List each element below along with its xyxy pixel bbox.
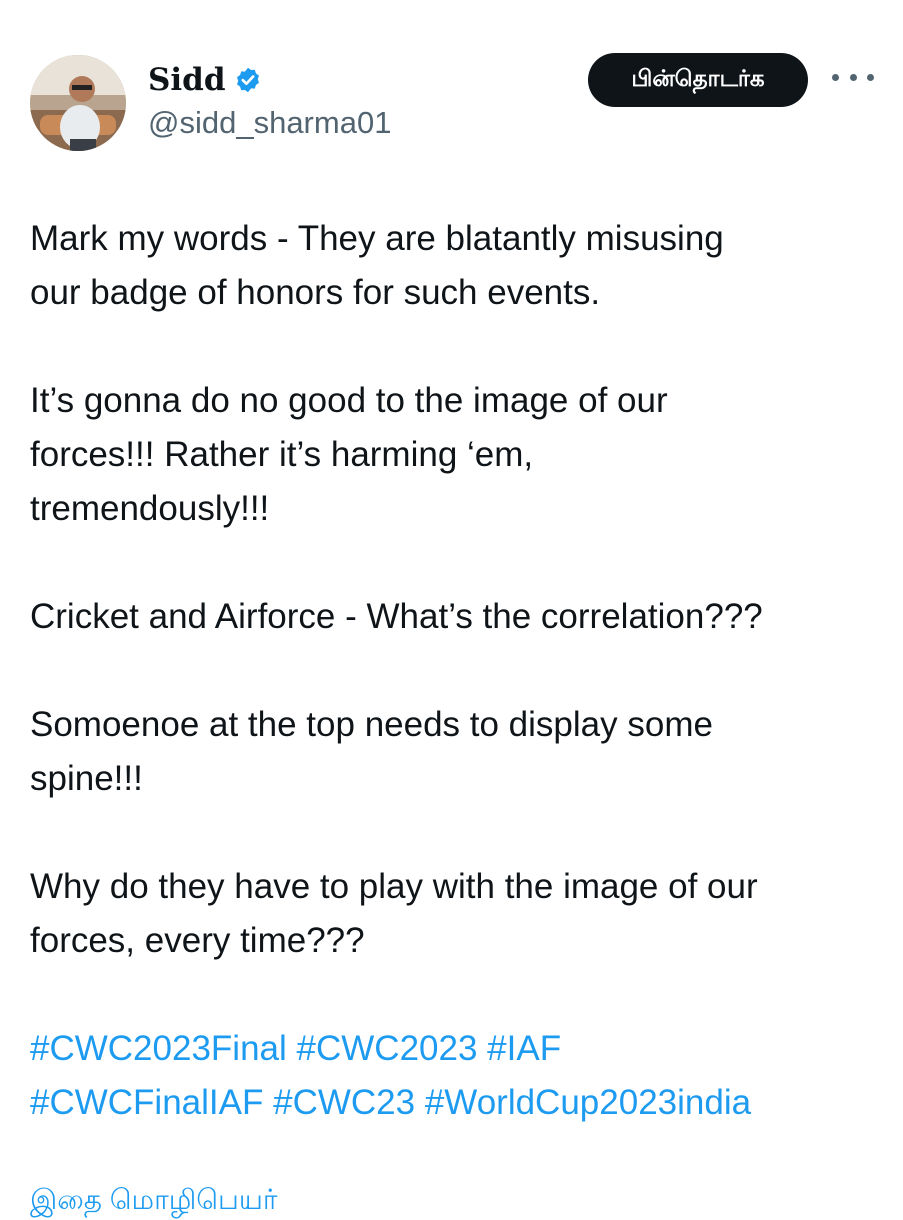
- tweet-paragraph: Somoenoe at the top needs to display som…: [30, 705, 713, 798]
- hashtag-link[interactable]: #CWCFinalIAF: [30, 1083, 263, 1122]
- avatar-photo: [30, 55, 126, 151]
- tweet-paragraph: It’s gonna do no good to the image of ou…: [30, 381, 668, 528]
- hashtag-link[interactable]: #IAF: [487, 1029, 561, 1068]
- name-row: Sidd: [148, 62, 262, 98]
- display-name[interactable]: Sidd: [148, 62, 226, 98]
- hashtag-link[interactable]: #CWC23: [273, 1083, 415, 1122]
- translate-link[interactable]: இதை மொழிபெயர்: [30, 1180, 278, 1220]
- dot: [849, 73, 857, 81]
- tweet-text: Mark my words - They are blatantly misus…: [30, 212, 880, 1022]
- avatar[interactable]: [30, 55, 126, 151]
- verified-badge-icon: [234, 66, 262, 94]
- tweet-paragraph: Mark my words - They are blatantly misus…: [30, 219, 724, 312]
- hashtag-list: #CWC2023Final #CWC2023 #IAF #CWCFinalIAF…: [30, 1022, 880, 1130]
- tweet-paragraph: Why do they have to play with the image …: [30, 867, 758, 960]
- user-handle[interactable]: @sidd_sharma01: [148, 104, 391, 142]
- dot: [832, 73, 839, 81]
- tweet-paragraph: Cricket and Airforce - What’s the correl…: [30, 597, 763, 636]
- hashtag-link[interactable]: #WorldCup2023india: [425, 1083, 751, 1122]
- hashtag-link[interactable]: #CWC2023: [297, 1029, 478, 1068]
- dot: [867, 73, 874, 81]
- tweet-header: Sidd @sidd_sharma01 பின்தொடர்க: [0, 0, 903, 170]
- hashtag-link[interactable]: #CWC2023Final: [30, 1029, 287, 1068]
- more-options-icon[interactable]: [832, 62, 874, 92]
- follow-button[interactable]: பின்தொடர்க: [588, 53, 808, 107]
